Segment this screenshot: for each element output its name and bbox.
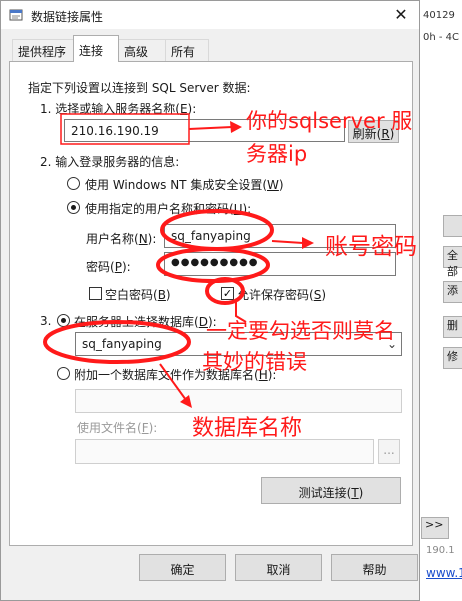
attach-database-radio[interactable]: [57, 367, 70, 380]
data-link-properties-dialog: 数据链接属性 ✕ 提供程序 连接 高级 所有 指定下列设置以连接到 SQL Se…: [0, 0, 420, 601]
close-icon[interactable]: ✕: [389, 4, 413, 26]
blank-password-label: 空白密码(B): [105, 286, 171, 303]
bg-button-add[interactable]: 添: [443, 281, 462, 303]
username-label-text: 用户名称(: [86, 232, 139, 246]
tab-provider-label: 提供程序: [18, 45, 67, 59]
checkmark-icon: ✓: [222, 287, 233, 300]
select-database-radio[interactable]: [57, 314, 70, 327]
username-label-tail: ):: [147, 232, 157, 246]
step1-label: 1. 选择或输入服务器名称(E):: [40, 100, 196, 117]
step3-number: 3.: [40, 314, 52, 328]
tab-all[interactable]: 所有: [165, 39, 209, 61]
bg-text-2: 0h - 4C: [423, 32, 460, 43]
test-connection-key: T: [351, 486, 359, 500]
sql-auth-label: 使用指定的用户名称和密码(U):: [85, 200, 251, 217]
tab-advanced[interactable]: 高级: [118, 39, 166, 61]
password-label-tail: ):: [121, 260, 131, 274]
bg-text-1: 40129: [423, 10, 455, 21]
cancel-button[interactable]: 取消: [235, 554, 322, 581]
ok-button[interactable]: 确定: [139, 554, 226, 581]
annotation-server-text: 你的sqlserver 服: [246, 109, 413, 133]
tab-connection-label: 连接: [79, 44, 104, 58]
windows-auth-radio[interactable]: [67, 177, 80, 190]
title-bar: 数据链接属性 ✕: [1, 1, 419, 29]
blank-password-key: B: [157, 288, 166, 302]
sql-auth-text: 使用指定的用户名称和密码(: [85, 202, 234, 216]
annotation-checkbox-text-2: 其妙的错误: [202, 350, 307, 374]
dialog-title: 数据链接属性: [31, 10, 104, 24]
sql-auth-tail: ):: [242, 202, 252, 216]
blank-password-text: 空白密码(: [105, 288, 158, 302]
bg-button-full[interactable]: 全部: [443, 246, 462, 278]
test-connection-text: 测试连接(: [298, 486, 352, 500]
password-label-key: P: [114, 260, 122, 274]
allow-save-password-tail: ): [321, 288, 326, 302]
password-label-text: 密码(: [86, 260, 115, 274]
allow-save-password-checkbox[interactable]: ✓: [221, 287, 234, 300]
help-button[interactable]: 帮助: [331, 554, 418, 581]
windows-auth-text: 使用 Windows NT 集成安全设置(: [85, 178, 267, 192]
windows-auth-tail: ): [278, 178, 284, 192]
blank-password-checkbox[interactable]: [89, 287, 102, 300]
allow-save-password-label: 允许保存密码(S): [237, 286, 326, 303]
tab-connection[interactable]: 连接: [73, 35, 119, 62]
bg-button-next[interactable]: >>: [421, 517, 449, 539]
annotation-database-text: 数据库名称: [192, 416, 303, 441]
bg-button-delete[interactable]: 删: [443, 316, 462, 338]
allow-save-password-text: 允许保存密码(: [237, 288, 314, 302]
annotation-account-text: 账号密码: [325, 234, 417, 260]
background-window: 40129 0h - 4C 全部 添 删 修 >> 190.1 www.1: [415, 0, 462, 601]
filename-field[interactable]: [75, 439, 374, 464]
tab-all-label: 所有: [171, 45, 196, 59]
annotation-checkbox-text: 一定要勾选否则莫名: [206, 319, 395, 343]
bg-footer-text: 190.1: [426, 545, 455, 556]
use-filename-text: 使用文件名(: [77, 421, 142, 435]
username-label: 用户名称(N):: [86, 230, 156, 247]
select-database-text: 在服务器上选择数据库(: [74, 315, 199, 329]
step1-label-text: 1. 选择或输入服务器名称(: [40, 102, 180, 116]
windows-auth-key: W: [267, 178, 279, 192]
use-filename-label: 使用文件名(F):: [77, 419, 157, 436]
sql-auth-radio[interactable]: [67, 201, 80, 214]
step1-label-tail: ):: [187, 102, 197, 116]
bg-button-blank[interactable]: [443, 215, 462, 237]
password-label: 密码(P):: [86, 258, 131, 275]
database-value: sq_fanyaping: [82, 337, 162, 351]
test-connection-button[interactable]: 测试连接(T): [261, 477, 401, 504]
step1-label-key: E: [179, 102, 188, 116]
username-label-key: N: [138, 232, 148, 246]
data-link-app-icon: [9, 9, 23, 21]
bg-button-modify[interactable]: 修: [443, 347, 462, 369]
tab-provider[interactable]: 提供程序: [12, 39, 74, 61]
username-value: sq_fanyaping: [171, 229, 251, 243]
server-name-value: 210.16.190.19: [71, 124, 159, 138]
blank-password-tail: ): [165, 288, 171, 302]
password-value: ●●●●●●●●●: [171, 257, 259, 268]
step2-label: 2. 输入登录服务器的信息:: [40, 155, 180, 169]
tab-advanced-label: 高级: [124, 45, 149, 59]
annotation-server-text-2: 务器ip: [246, 142, 308, 166]
test-connection-tail: ): [358, 486, 364, 500]
bg-link[interactable]: www.1: [426, 566, 462, 580]
select-database-label: 在服务器上选择数据库(D):: [74, 313, 217, 330]
windows-auth-label: 使用 Windows NT 集成安全设置(W): [85, 176, 284, 193]
browse-button[interactable]: ...: [378, 439, 400, 464]
use-filename-tail: ):: [148, 421, 158, 435]
use-filename-key: F: [141, 421, 149, 435]
intro-text: 指定下列设置以连接到 SQL Server 数据:: [28, 81, 251, 95]
